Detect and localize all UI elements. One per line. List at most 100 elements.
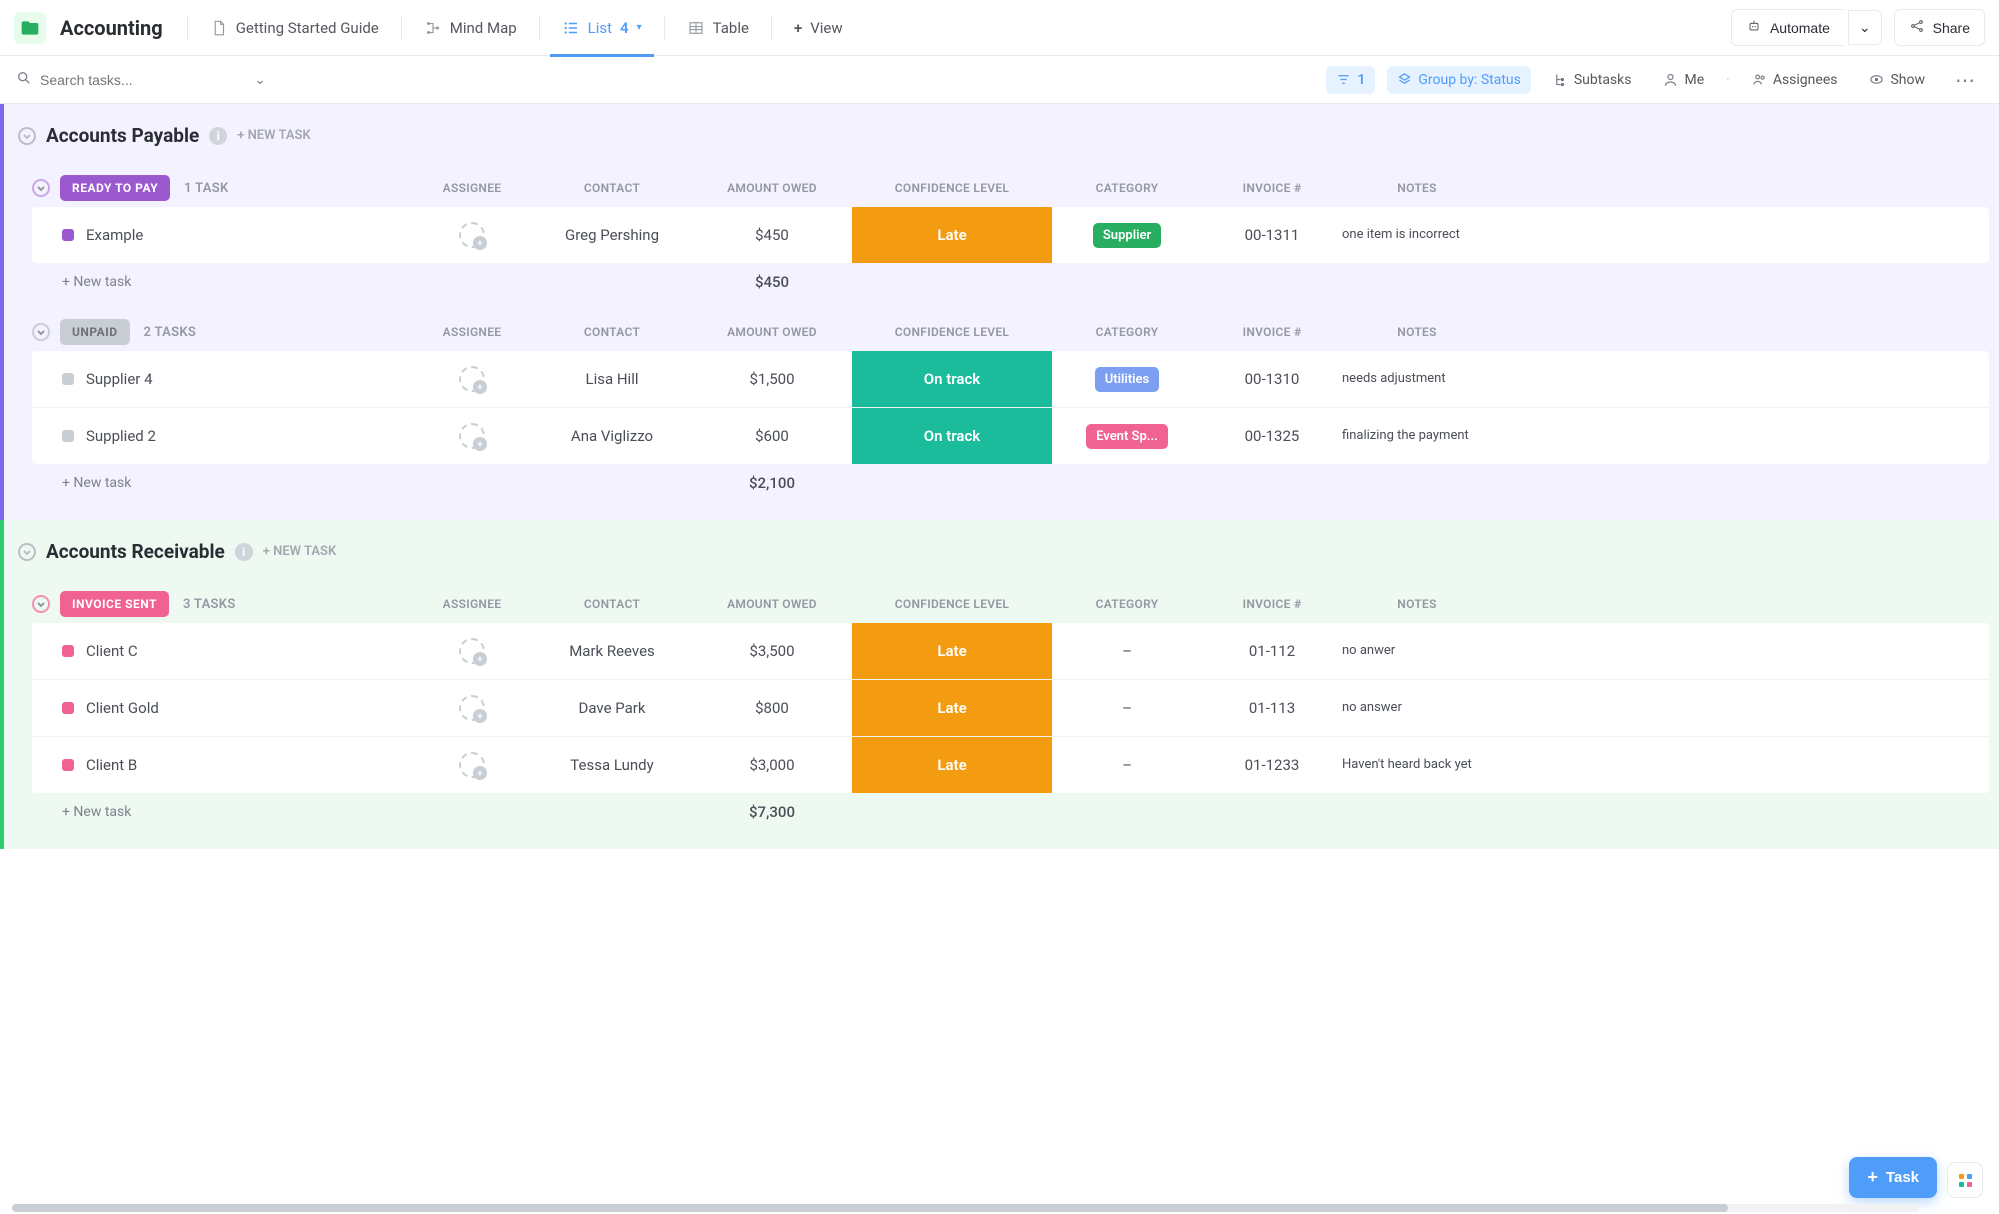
- task-row[interactable]: Supplied 2 Ana Viglizzo $600 On track Ev…: [32, 408, 1989, 464]
- invoice-cell[interactable]: 00-1310: [1202, 351, 1342, 407]
- category-tag[interactable]: Supplier: [1093, 223, 1161, 248]
- assignee-add-icon[interactable]: [459, 366, 485, 392]
- assignee-add-icon[interactable]: [459, 752, 485, 778]
- task-name[interactable]: Client B: [32, 737, 412, 793]
- contact-cell[interactable]: Greg Pershing: [532, 207, 692, 263]
- group-toggle[interactable]: [32, 179, 50, 197]
- assignee-add-icon[interactable]: [459, 222, 485, 248]
- category-cell[interactable]: Supplier: [1052, 207, 1202, 263]
- assignee-add-icon[interactable]: [459, 423, 485, 449]
- amount-cell[interactable]: $3,500: [692, 623, 852, 679]
- info-icon[interactable]: i: [235, 543, 253, 561]
- group-by-chip[interactable]: Group by: Status: [1387, 66, 1530, 94]
- assignee-cell[interactable]: [412, 408, 532, 464]
- new-task-inline[interactable]: + New task: [32, 475, 412, 491]
- category-cell[interactable]: Utilities: [1052, 351, 1202, 407]
- status-group: UNPAID 2 TASKS ASSIGNEE CONTACT AMOUNT O…: [32, 313, 1989, 502]
- assignee-cell[interactable]: [412, 680, 532, 736]
- task-row[interactable]: Supplier 4 Lisa Hill $1,500 On track Uti…: [32, 351, 1989, 408]
- show-chip[interactable]: Show: [1859, 66, 1935, 94]
- add-view[interactable]: + View: [782, 13, 855, 43]
- chevron-down-icon[interactable]: ⌄: [254, 72, 266, 88]
- category-tag[interactable]: Utilities: [1095, 367, 1159, 392]
- new-task-inline[interactable]: + New task: [32, 804, 412, 820]
- task-row[interactable]: Client B Tessa Lundy $3,000 Late – 01-12…: [32, 737, 1989, 793]
- assignee-cell[interactable]: [412, 351, 532, 407]
- amount-cell[interactable]: $450: [692, 207, 852, 263]
- tab-mind-map[interactable]: Mind Map: [412, 13, 529, 43]
- task-name[interactable]: Supplier 4: [32, 351, 412, 407]
- invoice-cell[interactable]: 01-1233: [1202, 737, 1342, 793]
- assignee-add-icon[interactable]: [459, 695, 485, 721]
- status-pill[interactable]: INVOICE SENT: [60, 591, 169, 617]
- assignee-cell[interactable]: [412, 623, 532, 679]
- task-name[interactable]: Example: [32, 207, 412, 263]
- task-row[interactable]: Client Gold Dave Park $800 Late – 01-113…: [32, 680, 1989, 737]
- search-input[interactable]: [40, 72, 200, 88]
- info-icon[interactable]: i: [209, 127, 227, 145]
- assignee-cell[interactable]: [412, 737, 532, 793]
- new-task-inline[interactable]: + New task: [32, 274, 412, 290]
- category-cell[interactable]: –: [1052, 623, 1202, 679]
- status-pill[interactable]: UNPAID: [60, 319, 130, 345]
- filter-chip[interactable]: 1: [1326, 66, 1375, 94]
- confidence-cell[interactable]: Late: [852, 207, 1052, 263]
- confidence-cell[interactable]: On track: [852, 351, 1052, 407]
- notes-cell[interactable]: finalizing the payment: [1342, 408, 1492, 464]
- status-pill[interactable]: READY TO PAY: [60, 175, 170, 201]
- tab-table[interactable]: Table: [675, 13, 761, 43]
- task-name[interactable]: Supplied 2: [32, 408, 412, 464]
- amount-cell[interactable]: $1,500: [692, 351, 852, 407]
- category-cell[interactable]: Event Sp...: [1052, 408, 1202, 464]
- notes-cell[interactable]: no anwer: [1342, 623, 1492, 679]
- invoice-cell[interactable]: 00-1325: [1202, 408, 1342, 464]
- category-cell[interactable]: –: [1052, 737, 1202, 793]
- contact-cell[interactable]: Mark Reeves: [532, 623, 692, 679]
- subtasks-chip[interactable]: Subtasks: [1543, 66, 1642, 94]
- amount-cell[interactable]: $3,000: [692, 737, 852, 793]
- new-task-ghost[interactable]: + NEW TASK: [263, 544, 336, 559]
- confidence-cell[interactable]: Late: [852, 623, 1052, 679]
- assignee-cell[interactable]: [412, 207, 532, 263]
- confidence-cell[interactable]: On track: [852, 408, 1052, 464]
- task-name[interactable]: Client Gold: [32, 680, 412, 736]
- automate-dropdown[interactable]: ⌄: [1848, 10, 1882, 45]
- task-row[interactable]: Example Greg Pershing $450 Late Supplier…: [32, 207, 1989, 263]
- automate-button[interactable]: Automate: [1731, 9, 1844, 46]
- tab-getting-started[interactable]: Getting Started Guide: [198, 13, 391, 43]
- me-chip[interactable]: Me: [1653, 66, 1714, 94]
- confidence-cell[interactable]: Late: [852, 680, 1052, 736]
- notes-cell[interactable]: Haven't heard back yet: [1342, 737, 1492, 793]
- search-box[interactable]: ⌄: [16, 70, 266, 90]
- group-toggle[interactable]: [32, 323, 50, 341]
- apps-button[interactable]: [1947, 1162, 1983, 1198]
- new-task-ghost[interactable]: + NEW TASK: [237, 128, 310, 143]
- notes-cell[interactable]: no answer: [1342, 680, 1492, 736]
- group-toggle[interactable]: [32, 595, 50, 613]
- confidence-cell[interactable]: Late: [852, 737, 1052, 793]
- tab-list[interactable]: List 4 ▾: [550, 13, 654, 43]
- invoice-cell[interactable]: 01-112: [1202, 623, 1342, 679]
- more-menu[interactable]: ⋯: [1947, 64, 1983, 96]
- contact-cell[interactable]: Tessa Lundy: [532, 737, 692, 793]
- assignee-add-icon[interactable]: [459, 638, 485, 664]
- contact-cell[interactable]: Dave Park: [532, 680, 692, 736]
- section-toggle[interactable]: [18, 127, 36, 145]
- task-name[interactable]: Client C: [32, 623, 412, 679]
- notes-cell[interactable]: one item is incorrect: [1342, 207, 1492, 263]
- new-task-float-button[interactable]: + Task: [1849, 1157, 1937, 1198]
- category-tag[interactable]: Event Sp...: [1086, 424, 1168, 449]
- invoice-cell[interactable]: 00-1311: [1202, 207, 1342, 263]
- invoice-cell[interactable]: 01-113: [1202, 680, 1342, 736]
- section-toggle[interactable]: [18, 543, 36, 561]
- amount-cell[interactable]: $800: [692, 680, 852, 736]
- horizontal-scrollbar[interactable]: [12, 1204, 1919, 1212]
- notes-cell[interactable]: needs adjustment: [1342, 351, 1492, 407]
- share-button[interactable]: Share: [1894, 9, 1985, 46]
- task-row[interactable]: Client C Mark Reeves $3,500 Late – 01-11…: [32, 623, 1989, 680]
- contact-cell[interactable]: Lisa Hill: [532, 351, 692, 407]
- contact-cell[interactable]: Ana Viglizzo: [532, 408, 692, 464]
- assignees-chip[interactable]: Assignees: [1742, 66, 1848, 94]
- category-cell[interactable]: –: [1052, 680, 1202, 736]
- amount-cell[interactable]: $600: [692, 408, 852, 464]
